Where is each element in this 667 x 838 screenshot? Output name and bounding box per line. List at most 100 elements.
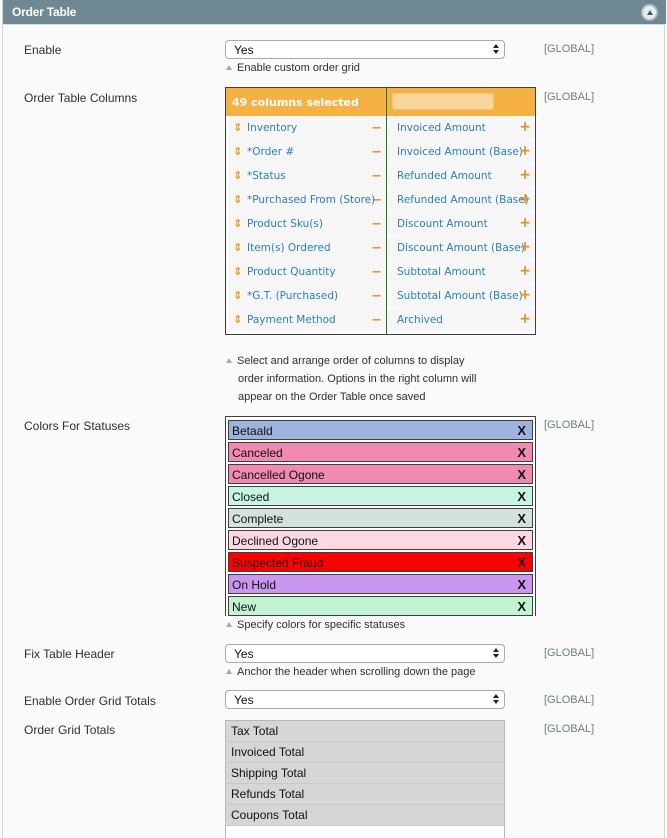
enable-label: Enable: [24, 43, 62, 57]
status-color-item[interactable]: Suspected Fraud X: [228, 552, 533, 572]
status-color-item[interactable]: Complete X: [228, 508, 533, 528]
selected-column-item[interactable]: ⇕ *Purchased From (Store) −: [229, 188, 386, 212]
status-color-item[interactable]: New X: [228, 596, 533, 616]
columns-note: Select and arrange order of columns to d…: [226, 352, 476, 406]
columns-note-line: Select and arrange order of columns to d…: [237, 355, 465, 367]
enable-totals-select[interactable]: Yes: [225, 690, 505, 709]
status-color-item[interactable]: Betaald X: [228, 420, 533, 440]
fix-header-note: Anchor the header when scrolling down th…: [226, 663, 476, 681]
grid-totals-multiselect[interactable]: Tax Total Invoiced Total Shipping Total …: [225, 720, 505, 838]
remove-status-icon[interactable]: X: [517, 467, 526, 482]
remove-status-icon[interactable]: X: [517, 533, 526, 548]
remove-column-icon[interactable]: −: [371, 193, 382, 208]
remove-column-icon[interactable]: −: [371, 313, 382, 328]
remove-column-icon[interactable]: −: [371, 217, 382, 232]
selected-count: 49 columns selected: [232, 96, 359, 109]
remove-status-icon[interactable]: X: [517, 599, 526, 614]
fix-header-select[interactable]: Yes: [225, 644, 505, 663]
remove-column-icon[interactable]: −: [371, 169, 382, 184]
selected-column-item[interactable]: ⇕ Product Sku(s) −: [229, 212, 386, 236]
status-color-item[interactable]: Canceled X: [228, 442, 533, 462]
column-name: Item(s) Ordered: [247, 242, 331, 254]
available-columns-list: Invoiced Amount + Invoiced Amount (Base) +…: [387, 116, 535, 332]
status-color-item[interactable]: Declined Ogone X: [228, 530, 533, 550]
selected-column-item[interactable]: ⇕ Inventory −: [229, 116, 386, 140]
column-name: Subtotal Amount (Base): [397, 290, 523, 302]
selected-column-item[interactable]: ⇕ *G.T. (Purchased) −: [229, 284, 386, 308]
status-color-item[interactable]: On Hold X: [228, 574, 533, 594]
available-column-item[interactable]: Subtotal Amount +: [387, 260, 535, 284]
status-name: New: [232, 600, 257, 614]
status-name: Declined Ogone: [232, 534, 319, 548]
selected-column-item[interactable]: ⇕ Payment Method −: [229, 308, 386, 332]
available-column-item[interactable]: Invoiced Amount +: [387, 116, 535, 140]
available-column-item[interactable]: Discount Amount +: [387, 212, 535, 236]
add-column-icon[interactable]: +: [519, 119, 531, 135]
selected-column-item[interactable]: ⇕ *Status −: [229, 164, 386, 188]
column-name: Product Sku(s): [247, 218, 323, 230]
column-name: Payment Method: [247, 314, 336, 326]
grid-totals-label: Order Grid Totals: [24, 723, 116, 737]
remove-status-icon[interactable]: X: [517, 555, 526, 570]
remove-status-icon[interactable]: X: [517, 511, 526, 526]
drag-handle-icon[interactable]: ⇕: [233, 193, 242, 206]
add-column-icon[interactable]: +: [519, 287, 531, 303]
available-column-item[interactable]: Subtotal Amount (Base) +: [387, 284, 535, 308]
selected-column-item[interactable]: ⇕ Item(s) Ordered −: [229, 236, 386, 260]
totals-option[interactable]: Coupons Total: [226, 805, 504, 826]
remove-column-icon[interactable]: −: [371, 289, 382, 304]
remove-status-icon[interactable]: X: [517, 489, 526, 504]
status-color-item[interactable]: Cancelled Ogone X: [228, 464, 533, 484]
drag-handle-icon[interactable]: ⇕: [233, 241, 242, 254]
statuses-label: Colors For Statuses: [24, 419, 131, 433]
column-search-input[interactable]: [392, 93, 494, 110]
add-column-icon[interactable]: +: [519, 215, 531, 231]
remove-status-icon[interactable]: X: [517, 423, 526, 438]
available-column-item[interactable]: Refunded Amount (Base) +: [387, 188, 535, 212]
available-column-item[interactable]: Discount Amount (Base) +: [387, 236, 535, 260]
drag-handle-icon[interactable]: ⇕: [233, 169, 242, 182]
add-column-icon[interactable]: +: [519, 239, 531, 255]
add-column-icon[interactable]: +: [519, 263, 531, 279]
statuses-note: Specify colors for specific statuses: [226, 616, 405, 634]
column-name: *Status: [247, 170, 286, 182]
enable-select[interactable]: Yes: [225, 40, 505, 59]
status-color-item[interactable]: Closed X: [228, 486, 533, 506]
available-column-item[interactable]: Invoiced Amount (Base) +: [387, 140, 535, 164]
drag-handle-icon[interactable]: ⇕: [233, 265, 242, 278]
collapse-up-icon[interactable]: [642, 5, 657, 20]
section-header[interactable]: Order Table: [3, 0, 666, 25]
selected-column-item[interactable]: ⇕ *Order # −: [229, 140, 386, 164]
available-column-item[interactable]: Refunded Amount +: [387, 164, 535, 188]
totals-option[interactable]: Refunds Total: [226, 784, 504, 805]
drag-handle-icon[interactable]: ⇕: [233, 217, 242, 230]
totals-option[interactable]: Invoiced Total: [226, 742, 504, 763]
remove-status-icon[interactable]: X: [517, 577, 526, 592]
drag-handle-icon[interactable]: ⇕: [233, 313, 242, 326]
drag-handle-icon[interactable]: ⇕: [233, 121, 242, 134]
remove-column-icon[interactable]: −: [371, 241, 382, 256]
add-column-icon[interactable]: +: [519, 311, 531, 327]
status-name: Betaald: [232, 424, 273, 438]
statuses-note-text: Specify colors for specific statuses: [237, 619, 406, 631]
hint-triangle-icon: [226, 622, 232, 627]
add-column-icon[interactable]: +: [519, 167, 531, 183]
remove-column-icon[interactable]: −: [371, 145, 382, 160]
status-name: Canceled: [232, 446, 283, 460]
remove-column-icon[interactable]: −: [371, 265, 382, 280]
drag-handle-icon[interactable]: ⇕: [233, 289, 242, 302]
column-name: *Purchased From (Store): [247, 194, 376, 206]
drag-handle-icon[interactable]: ⇕: [233, 145, 242, 158]
selected-column-item[interactable]: ⇕ Product Quantity −: [229, 260, 386, 284]
add-column-icon[interactable]: +: [519, 143, 531, 159]
remove-status-icon[interactable]: X: [517, 445, 526, 460]
column-name: Subtotal Amount: [397, 266, 486, 278]
remove-column-icon[interactable]: −: [371, 121, 382, 136]
totals-option[interactable]: Shipping Total: [226, 763, 504, 784]
column-name: Discount Amount (Base): [397, 242, 525, 254]
available-column-item[interactable]: Archived +: [387, 308, 535, 332]
enable-note-text: Enable custom order grid: [237, 62, 360, 74]
add-column-icon[interactable]: +: [519, 191, 531, 207]
totals-option[interactable]: Tax Total: [226, 721, 504, 742]
status-name: On Hold: [232, 578, 277, 592]
